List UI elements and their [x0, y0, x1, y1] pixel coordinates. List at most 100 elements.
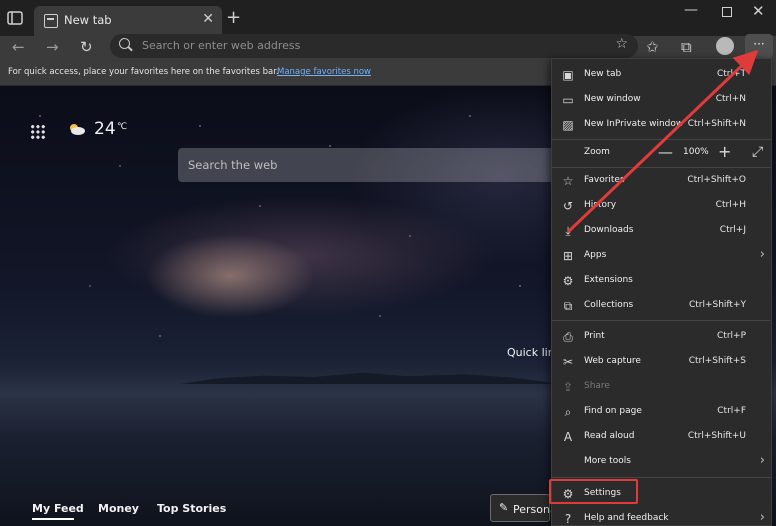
- browser-window: New tab ✕ + — ✕ ← → ↻ Search or enter we…: [0, 0, 776, 526]
- close-window-button[interactable]: ✕: [752, 2, 765, 20]
- menu-item-shortcut: Ctrl+Shift+O: [687, 175, 746, 185]
- menu-item-find-on-page[interactable]: ⌕ Find on page Ctrl+F: [552, 400, 771, 425]
- web-capture-icon: ✂: [562, 355, 574, 369]
- address-bar[interactable]: Search or enter web address ☆: [110, 34, 638, 58]
- fullscreen-icon[interactable]: ⤢: [752, 144, 763, 160]
- menu-item-collections[interactable]: ⧉ Collections Ctrl+Shift+Y: [552, 294, 771, 319]
- app-launcher-icon[interactable]: [30, 124, 46, 140]
- menu-item-label: New tab: [584, 69, 622, 79]
- feed-tab-top-stories[interactable]: Top Stories: [157, 502, 226, 515]
- menu-item-shortcut: Ctrl+Shift+U: [687, 431, 746, 441]
- menu-item-shortcut: Ctrl+H: [715, 200, 746, 210]
- menu-item-label: Apps: [584, 250, 607, 260]
- find-icon: ⌕: [564, 405, 572, 419]
- help-icon: ?: [564, 512, 572, 526]
- menu-item-label: New InPrivate window: [584, 119, 684, 129]
- menu-item-web-capture[interactable]: ✂ Web capture Ctrl+Shift+S: [552, 350, 771, 375]
- menu-item-label: Find on page: [584, 406, 642, 416]
- zoom-level: 100%: [683, 147, 709, 157]
- menu-item-shortcut: Ctrl+F: [717, 406, 746, 416]
- menu-item-label: History: [584, 200, 617, 210]
- web-search-box[interactable]: Search the web: [178, 148, 598, 182]
- close-tab-icon[interactable]: ✕: [202, 11, 214, 27]
- menu-item-print[interactable]: ⎙ Print Ctrl+P: [552, 325, 771, 350]
- menu-item-new-tab[interactable]: ▣ New tab Ctrl+T: [552, 63, 771, 88]
- weather-partly-cloudy-icon[interactable]: [66, 122, 86, 136]
- personalize-button[interactable]: ✎ Persona: [490, 494, 557, 522]
- collections-icon[interactable]: ⧉: [681, 38, 692, 56]
- zoom-label: Zoom: [584, 147, 610, 157]
- menu-item-new-inprivate-window[interactable]: ▨ New InPrivate window Ctrl+Shift+N: [552, 113, 771, 138]
- temperature[interactable]: 24: [94, 119, 116, 139]
- pencil-icon: ✎: [499, 501, 509, 514]
- forward-icon[interactable]: →: [46, 38, 59, 56]
- new-tab-icon: ▣: [562, 68, 574, 82]
- menu-item-shortcut: Ctrl+J: [719, 225, 746, 235]
- menu-item-label: Web capture: [584, 356, 641, 366]
- settings-and-more-button[interactable]: ···: [745, 34, 773, 58]
- add-favorite-icon[interactable]: ☆: [615, 36, 628, 52]
- menu-item-downloads[interactable]: ⤓ Downloads Ctrl+J: [552, 219, 771, 244]
- inprivate-icon: ▨: [562, 118, 574, 132]
- tab-title: New tab: [64, 13, 112, 27]
- menu-item-help-and-feedback[interactable]: ? Help and feedback ›: [552, 507, 771, 526]
- menu-item-label: New window: [584, 94, 641, 104]
- favorites-star-icon: ☆: [562, 174, 574, 188]
- read-aloud-icon: A: [563, 430, 573, 444]
- search-icon: [119, 38, 130, 49]
- menu-divider: [552, 167, 771, 168]
- settings-highlight-box: [549, 479, 638, 504]
- favorites-bar-message: For quick access, place your favorites h…: [8, 67, 279, 77]
- menu-item-shortcut: Ctrl+Shift+S: [688, 356, 746, 366]
- refresh-icon[interactable]: ↻: [80, 38, 93, 56]
- menu-item-shortcut: Ctrl+Shift+N: [687, 119, 746, 129]
- web-search-placeholder: Search the web: [188, 158, 278, 172]
- download-icon: ⤓: [565, 224, 571, 238]
- feed-tab-active-indicator: [32, 518, 74, 520]
- menu-item-new-window[interactable]: ▭ New window Ctrl+N: [552, 88, 771, 113]
- menu-item-shortcut: Ctrl+Shift+Y: [688, 300, 746, 310]
- settings-and-more-menu: ▣ New tab Ctrl+T ▭ New window Ctrl+N ▨ N…: [551, 58, 772, 526]
- toolbar: ← → ↻ Search or enter web address ☆ ✩ ⧉ …: [0, 34, 776, 60]
- menu-item-favorites[interactable]: ☆ Favorites Ctrl+Shift+O: [552, 169, 771, 194]
- menu-item-label: Favorites: [584, 175, 625, 185]
- menu-item-label: Share: [584, 381, 610, 391]
- apps-icon: ⊞: [562, 249, 574, 263]
- menu-item-history[interactable]: ↺ History Ctrl+H: [552, 194, 771, 219]
- menu-item-share: ⇪ Share: [552, 375, 771, 400]
- menu-item-shortcut: Ctrl+P: [717, 331, 746, 341]
- maximize-button[interactable]: [722, 7, 732, 17]
- menu-item-shortcut: Ctrl+N: [715, 94, 746, 104]
- minimize-button[interactable]: —: [684, 2, 698, 18]
- menu-item-zoom: Zoom — 100% + ⤢: [552, 141, 771, 166]
- tab-new-tab[interactable]: New tab ✕: [34, 6, 222, 36]
- new-tab-button[interactable]: +: [226, 7, 241, 28]
- zoom-in-button[interactable]: +: [718, 142, 731, 161]
- menu-item-label: Extensions: [584, 275, 633, 285]
- chevron-right-icon: ›: [759, 247, 765, 262]
- menu-item-label: Help and feedback: [584, 513, 669, 523]
- zoom-out-button[interactable]: —: [658, 143, 673, 161]
- menu-item-more-tools[interactable]: More tools ›: [552, 450, 771, 475]
- feed-tab-my-feed[interactable]: My Feed: [32, 502, 84, 515]
- menu-divider: [552, 320, 771, 321]
- back-icon[interactable]: ←: [12, 38, 25, 56]
- manage-favorites-link[interactable]: Manage favorites now: [277, 67, 371, 77]
- menu-divider: [552, 139, 771, 140]
- temperature-unit: ℃: [117, 122, 128, 132]
- menu-item-label: More tools: [584, 456, 631, 466]
- menu-item-apps[interactable]: ⊞ Apps ›: [552, 244, 771, 269]
- new-tab-favicon-icon: [44, 14, 58, 28]
- feed-tab-money[interactable]: Money: [98, 502, 139, 515]
- menu-item-label: Collections: [584, 300, 634, 310]
- menu-item-extensions[interactable]: ⚙ Extensions: [552, 269, 771, 294]
- tab-strip: New tab ✕ + — ✕: [0, 0, 776, 36]
- tab-actions-icon[interactable]: [6, 9, 24, 27]
- new-window-icon: ▭: [562, 93, 574, 107]
- chevron-right-icon: ›: [759, 453, 765, 468]
- profile-avatar[interactable]: [716, 37, 734, 55]
- favorites-icon[interactable]: ✩: [646, 38, 659, 56]
- menu-divider: [552, 477, 771, 478]
- menu-item-label: Read aloud: [584, 431, 635, 441]
- menu-item-read-aloud[interactable]: A Read aloud Ctrl+Shift+U: [552, 425, 771, 450]
